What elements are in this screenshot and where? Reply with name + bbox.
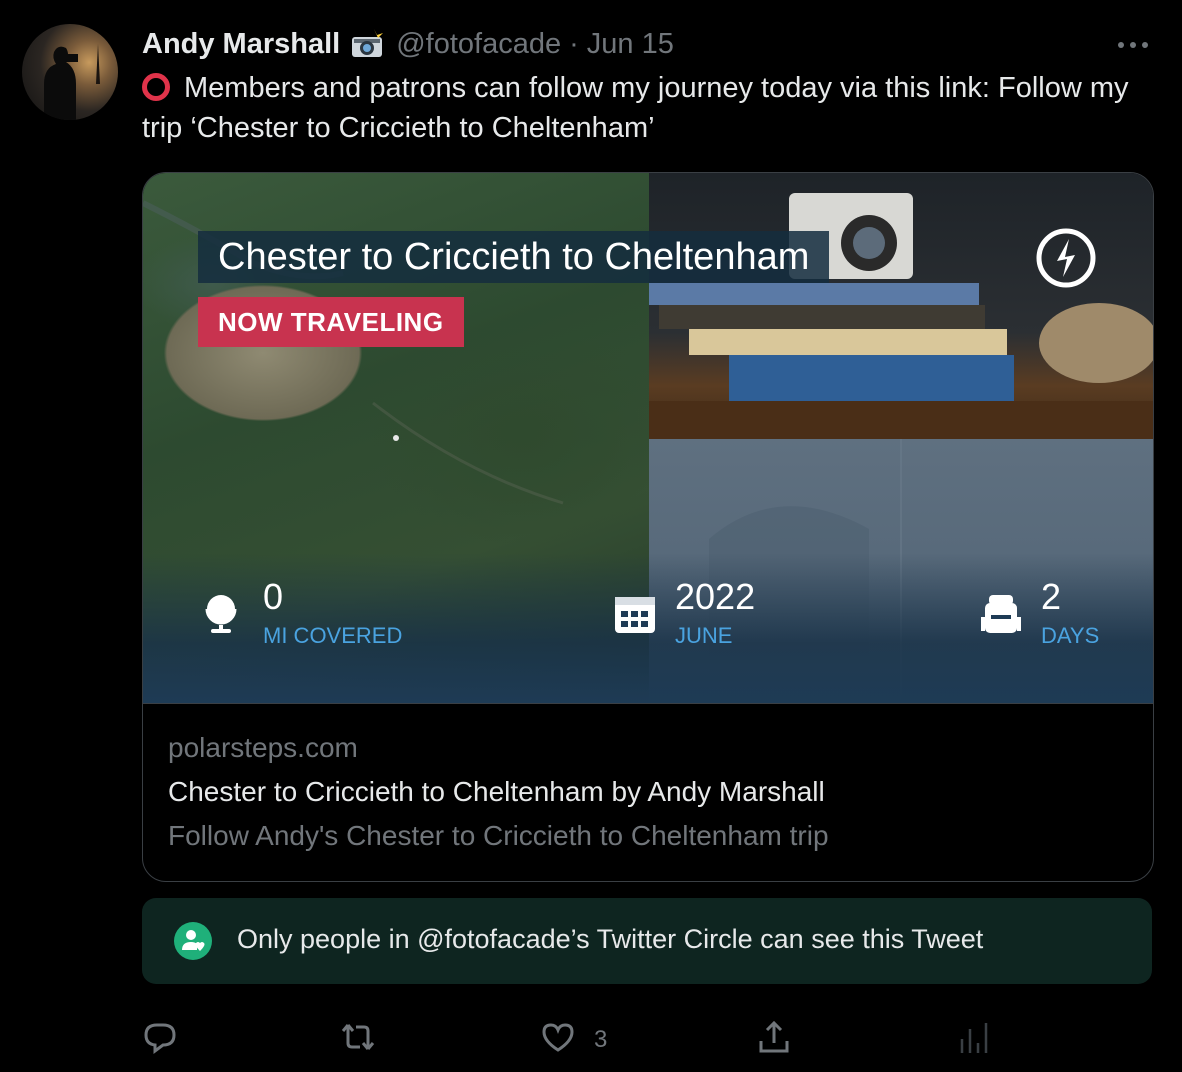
retweet-icon — [340, 1019, 376, 1062]
separator-dot: · — [569, 27, 579, 60]
link-card[interactable]: Chester to Criccieth to Cheltenham NOW T… — [142, 172, 1154, 882]
tweet-header: Andy Marshall @fotofacade · Jun 15 — [142, 26, 674, 62]
retweet-button[interactable] — [340, 1018, 376, 1062]
card-footer[interactable]: polarsteps.com Chester to Criccieth to C… — [143, 703, 1153, 881]
stat-label: DAYS — [1041, 623, 1100, 648]
avatar-silhouette — [44, 44, 100, 120]
more-options-icon[interactable] — [1116, 36, 1150, 54]
share-button[interactable] — [756, 1018, 792, 1062]
reply-icon — [142, 1019, 178, 1062]
stat-label: JUNE — [675, 623, 733, 648]
stat-value: 2022 — [675, 576, 756, 617]
trip-title: Chester to Criccieth to Cheltenham — [198, 231, 830, 283]
author-name[interactable]: Andy Marshall — [142, 28, 340, 61]
like-button[interactable]: 3 — [540, 1018, 607, 1062]
globe-icon — [201, 591, 245, 635]
twitter-circle-icon — [174, 922, 212, 960]
now-traveling-badge: NOW TRAVELING — [198, 297, 464, 347]
camera-with-flash-icon — [350, 29, 384, 59]
reply-button[interactable] — [142, 1018, 178, 1062]
backpack-icon — [979, 591, 1023, 635]
tweet-body: Members and patrons can follow my journe… — [142, 72, 1129, 144]
heart-icon — [540, 1019, 576, 1062]
tweet-date[interactable]: Jun 15 — [587, 28, 674, 61]
polarsteps-logo-icon — [1035, 227, 1097, 289]
tweet-actions: 3 — [142, 1018, 1042, 1062]
twitter-circle-notice[interactable]: Only people in @fotofacade’s Twitter Cir… — [142, 898, 1152, 984]
card-description: Follow Andy's Chester to Criccieth to Ch… — [168, 820, 829, 851]
circle-notice-text: Only people in @fotofacade’s Twitter Cir… — [237, 924, 984, 954]
stat-value: 2 — [1041, 576, 1062, 617]
calendar-icon — [613, 591, 657, 635]
like-count: 3 — [594, 1026, 608, 1053]
analytics-icon — [954, 1019, 990, 1062]
tweet-text: Members and patrons can follow my journe… — [142, 68, 1142, 148]
share-icon — [756, 1019, 792, 1062]
card-media[interactable]: Chester to Criccieth to Cheltenham NOW T… — [143, 173, 1153, 703]
avatar[interactable] — [22, 24, 118, 120]
stat-label: MI COVERED — [263, 623, 403, 648]
card-domain: polarsteps.com — [168, 732, 358, 763]
analytics-button[interactable] — [954, 1018, 990, 1062]
red-circle-icon — [142, 73, 170, 101]
stat-value: 0 — [263, 576, 284, 617]
card-title: Chester to Criccieth to Cheltenham by An… — [168, 776, 825, 807]
author-handle[interactable]: @fotofacade — [396, 28, 561, 61]
books-and-camera-photo — [649, 173, 1153, 439]
